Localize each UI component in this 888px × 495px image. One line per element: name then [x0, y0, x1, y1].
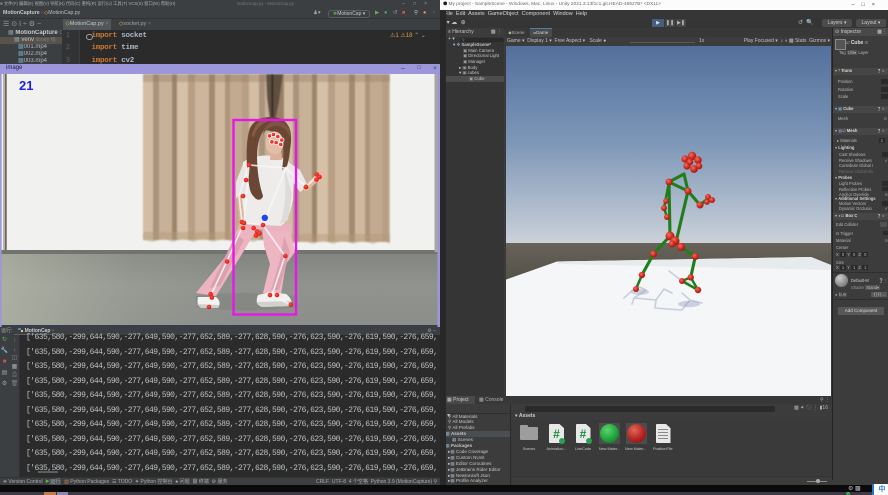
svg-text:21: 21: [19, 78, 33, 93]
